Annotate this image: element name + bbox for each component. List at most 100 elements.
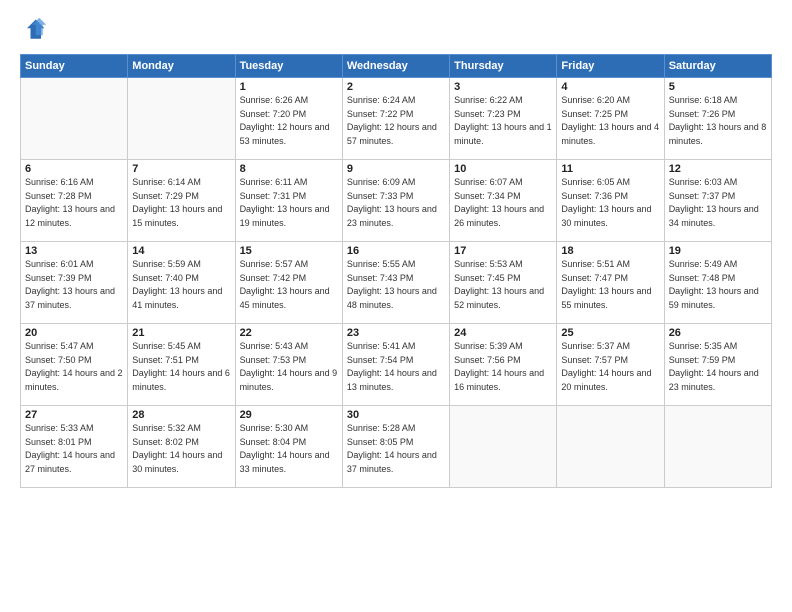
week-row-3: 13Sunrise: 6:01 AMSunset: 7:39 PMDayligh… — [21, 242, 772, 324]
day-number: 24 — [454, 327, 552, 339]
page: SundayMondayTuesdayWednesdayThursdayFrid… — [0, 0, 792, 612]
day-number: 6 — [25, 163, 123, 175]
logo-icon — [20, 16, 48, 44]
col-header-friday: Friday — [557, 55, 664, 78]
day-info: Sunrise: 5:47 AMSunset: 7:50 PMDaylight:… — [25, 340, 123, 394]
day-number: 15 — [240, 245, 338, 257]
day-number: 20 — [25, 327, 123, 339]
col-header-saturday: Saturday — [664, 55, 771, 78]
calendar-cell: 12Sunrise: 6:03 AMSunset: 7:37 PMDayligh… — [664, 160, 771, 242]
day-number: 1 — [240, 81, 338, 93]
day-number: 3 — [454, 81, 552, 93]
calendar-cell: 19Sunrise: 5:49 AMSunset: 7:48 PMDayligh… — [664, 242, 771, 324]
calendar-cell: 16Sunrise: 5:55 AMSunset: 7:43 PMDayligh… — [342, 242, 449, 324]
calendar-cell: 3Sunrise: 6:22 AMSunset: 7:23 PMDaylight… — [450, 78, 557, 160]
calendar-cell: 23Sunrise: 5:41 AMSunset: 7:54 PMDayligh… — [342, 324, 449, 406]
calendar-cell: 14Sunrise: 5:59 AMSunset: 7:40 PMDayligh… — [128, 242, 235, 324]
calendar-cell — [557, 406, 664, 488]
calendar-cell: 30Sunrise: 5:28 AMSunset: 8:05 PMDayligh… — [342, 406, 449, 488]
day-number: 23 — [347, 327, 445, 339]
day-number: 5 — [669, 81, 767, 93]
day-info: Sunrise: 6:03 AMSunset: 7:37 PMDaylight:… — [669, 176, 767, 230]
calendar-cell: 25Sunrise: 5:37 AMSunset: 7:57 PMDayligh… — [557, 324, 664, 406]
col-header-thursday: Thursday — [450, 55, 557, 78]
day-number: 14 — [132, 245, 230, 257]
day-info: Sunrise: 5:45 AMSunset: 7:51 PMDaylight:… — [132, 340, 230, 394]
day-number: 8 — [240, 163, 338, 175]
day-info: Sunrise: 6:07 AMSunset: 7:34 PMDaylight:… — [454, 176, 552, 230]
calendar-cell: 4Sunrise: 6:20 AMSunset: 7:25 PMDaylight… — [557, 78, 664, 160]
calendar-cell: 18Sunrise: 5:51 AMSunset: 7:47 PMDayligh… — [557, 242, 664, 324]
day-info: Sunrise: 5:41 AMSunset: 7:54 PMDaylight:… — [347, 340, 445, 394]
day-number: 10 — [454, 163, 552, 175]
day-info: Sunrise: 6:14 AMSunset: 7:29 PMDaylight:… — [132, 176, 230, 230]
col-header-monday: Monday — [128, 55, 235, 78]
calendar-cell: 22Sunrise: 5:43 AMSunset: 7:53 PMDayligh… — [235, 324, 342, 406]
day-number: 21 — [132, 327, 230, 339]
calendar-cell: 1Sunrise: 6:26 AMSunset: 7:20 PMDaylight… — [235, 78, 342, 160]
calendar-cell: 20Sunrise: 5:47 AMSunset: 7:50 PMDayligh… — [21, 324, 128, 406]
logo — [20, 16, 52, 44]
day-info: Sunrise: 5:30 AMSunset: 8:04 PMDaylight:… — [240, 422, 338, 476]
day-info: Sunrise: 6:18 AMSunset: 7:26 PMDaylight:… — [669, 94, 767, 148]
calendar-cell: 15Sunrise: 5:57 AMSunset: 7:42 PMDayligh… — [235, 242, 342, 324]
calendar-cell — [21, 78, 128, 160]
week-row-2: 6Sunrise: 6:16 AMSunset: 7:28 PMDaylight… — [21, 160, 772, 242]
col-header-tuesday: Tuesday — [235, 55, 342, 78]
calendar-table: SundayMondayTuesdayWednesdayThursdayFrid… — [20, 54, 772, 488]
header — [20, 16, 772, 44]
day-info: Sunrise: 5:59 AMSunset: 7:40 PMDaylight:… — [132, 258, 230, 312]
calendar-header-row: SundayMondayTuesdayWednesdayThursdayFrid… — [21, 55, 772, 78]
col-header-sunday: Sunday — [21, 55, 128, 78]
day-number: 27 — [25, 409, 123, 421]
calendar-cell — [450, 406, 557, 488]
day-info: Sunrise: 5:33 AMSunset: 8:01 PMDaylight:… — [25, 422, 123, 476]
day-number: 28 — [132, 409, 230, 421]
day-number: 4 — [561, 81, 659, 93]
calendar-cell: 9Sunrise: 6:09 AMSunset: 7:33 PMDaylight… — [342, 160, 449, 242]
calendar-cell: 11Sunrise: 6:05 AMSunset: 7:36 PMDayligh… — [557, 160, 664, 242]
calendar-cell: 13Sunrise: 6:01 AMSunset: 7:39 PMDayligh… — [21, 242, 128, 324]
day-number: 7 — [132, 163, 230, 175]
day-info: Sunrise: 5:39 AMSunset: 7:56 PMDaylight:… — [454, 340, 552, 394]
calendar-cell: 2Sunrise: 6:24 AMSunset: 7:22 PMDaylight… — [342, 78, 449, 160]
day-info: Sunrise: 5:55 AMSunset: 7:43 PMDaylight:… — [347, 258, 445, 312]
day-number: 26 — [669, 327, 767, 339]
day-number: 30 — [347, 409, 445, 421]
calendar-cell: 27Sunrise: 5:33 AMSunset: 8:01 PMDayligh… — [21, 406, 128, 488]
day-info: Sunrise: 5:37 AMSunset: 7:57 PMDaylight:… — [561, 340, 659, 394]
day-info: Sunrise: 6:09 AMSunset: 7:33 PMDaylight:… — [347, 176, 445, 230]
day-info: Sunrise: 6:05 AMSunset: 7:36 PMDaylight:… — [561, 176, 659, 230]
week-row-5: 27Sunrise: 5:33 AMSunset: 8:01 PMDayligh… — [21, 406, 772, 488]
day-number: 22 — [240, 327, 338, 339]
day-info: Sunrise: 6:16 AMSunset: 7:28 PMDaylight:… — [25, 176, 123, 230]
day-number: 2 — [347, 81, 445, 93]
calendar-cell — [128, 78, 235, 160]
day-info: Sunrise: 6:20 AMSunset: 7:25 PMDaylight:… — [561, 94, 659, 148]
day-info: Sunrise: 5:53 AMSunset: 7:45 PMDaylight:… — [454, 258, 552, 312]
day-info: Sunrise: 5:28 AMSunset: 8:05 PMDaylight:… — [347, 422, 445, 476]
day-info: Sunrise: 6:26 AMSunset: 7:20 PMDaylight:… — [240, 94, 338, 148]
day-number: 19 — [669, 245, 767, 257]
calendar-cell: 10Sunrise: 6:07 AMSunset: 7:34 PMDayligh… — [450, 160, 557, 242]
calendar-cell: 21Sunrise: 5:45 AMSunset: 7:51 PMDayligh… — [128, 324, 235, 406]
day-info: Sunrise: 6:22 AMSunset: 7:23 PMDaylight:… — [454, 94, 552, 148]
day-number: 9 — [347, 163, 445, 175]
calendar-cell: 17Sunrise: 5:53 AMSunset: 7:45 PMDayligh… — [450, 242, 557, 324]
day-number: 11 — [561, 163, 659, 175]
calendar-cell: 29Sunrise: 5:30 AMSunset: 8:04 PMDayligh… — [235, 406, 342, 488]
calendar-cell — [664, 406, 771, 488]
day-info: Sunrise: 6:24 AMSunset: 7:22 PMDaylight:… — [347, 94, 445, 148]
day-number: 25 — [561, 327, 659, 339]
calendar-cell: 5Sunrise: 6:18 AMSunset: 7:26 PMDaylight… — [664, 78, 771, 160]
day-number: 12 — [669, 163, 767, 175]
calendar-cell: 26Sunrise: 5:35 AMSunset: 7:59 PMDayligh… — [664, 324, 771, 406]
day-info: Sunrise: 5:43 AMSunset: 7:53 PMDaylight:… — [240, 340, 338, 394]
calendar-cell: 28Sunrise: 5:32 AMSunset: 8:02 PMDayligh… — [128, 406, 235, 488]
day-info: Sunrise: 6:01 AMSunset: 7:39 PMDaylight:… — [25, 258, 123, 312]
calendar-cell: 6Sunrise: 6:16 AMSunset: 7:28 PMDaylight… — [21, 160, 128, 242]
day-number: 29 — [240, 409, 338, 421]
day-info: Sunrise: 5:51 AMSunset: 7:47 PMDaylight:… — [561, 258, 659, 312]
day-number: 17 — [454, 245, 552, 257]
day-info: Sunrise: 6:11 AMSunset: 7:31 PMDaylight:… — [240, 176, 338, 230]
